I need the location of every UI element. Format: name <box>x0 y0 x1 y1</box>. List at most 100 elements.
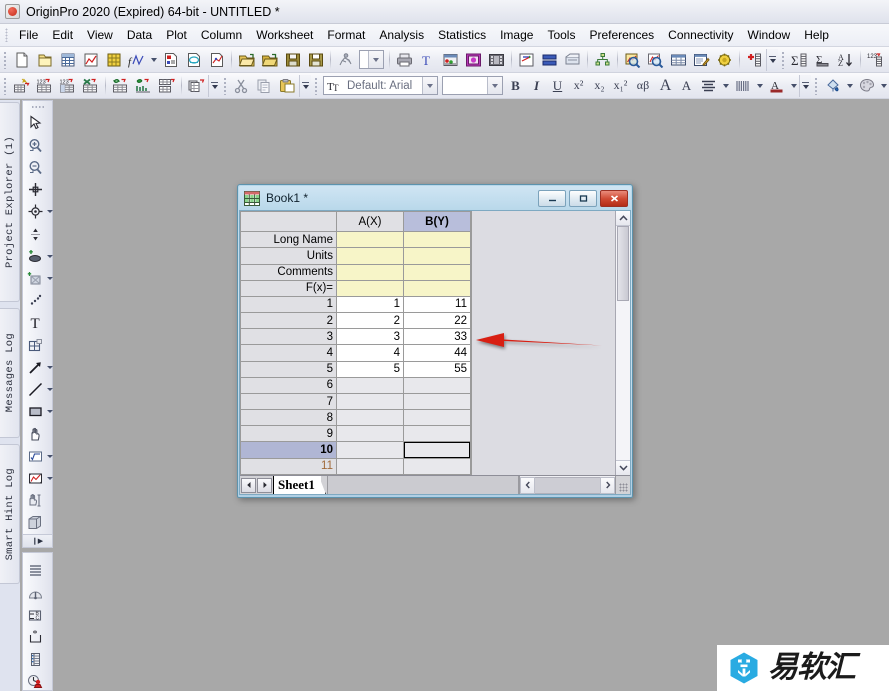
toolbar-overflow-button[interactable] <box>799 74 811 97</box>
menu-tools[interactable]: Tools <box>540 25 582 45</box>
line-tool-dropdown-arrow-icon[interactable] <box>46 379 53 401</box>
equation-tool-icon[interactable] <box>24 445 46 467</box>
cell-b2[interactable]: 22 <box>403 312 471 330</box>
speedmode-icon[interactable] <box>24 582 46 604</box>
workbook-window[interactable]: Book1 * A(X) B(Y) Long Name Units Commen… <box>237 184 633 498</box>
scroll-up-button[interactable] <box>616 211 630 226</box>
fill-color-dropdown-arrow-icon[interactable] <box>844 75 855 97</box>
sidebar-item-project-explorer[interactable]: Project Explorer (1) <box>0 102 20 302</box>
copy-icon[interactable] <box>253 75 276 97</box>
rotate-3d-icon[interactable] <box>24 512 46 534</box>
row-label-4[interactable]: 4 <box>240 344 337 362</box>
palette-icon[interactable] <box>855 75 878 97</box>
subscript-button[interactable]: x₂ <box>589 75 610 97</box>
toolbar-grip[interactable] <box>781 50 785 69</box>
row-label-5[interactable]: 5 <box>240 360 337 378</box>
menu-edit[interactable]: Edit <box>45 25 80 45</box>
menu-column[interactable]: Column <box>194 25 249 45</box>
row-label-1[interactable]: 1 <box>240 295 337 314</box>
copy-page-icon[interactable] <box>485 49 508 71</box>
equation-tool-dropdown-arrow-icon[interactable] <box>46 445 53 467</box>
menu-plot[interactable]: Plot <box>159 25 194 45</box>
menu-worksheet[interactable]: Worksheet <box>249 25 320 45</box>
clear-worksheet-icon[interactable] <box>462 49 485 71</box>
underline-button[interactable]: U <box>547 75 568 97</box>
active-cell-b10[interactable] <box>403 441 471 459</box>
decrease-font-size-button[interactable]: A <box>676 75 697 97</box>
open-excel-icon[interactable] <box>258 49 281 71</box>
scatter-tool-icon[interactable] <box>24 290 46 312</box>
text-tool-icon[interactable]: T <box>24 312 46 334</box>
horizontal-scrollbar[interactable] <box>519 476 615 494</box>
menu-view[interactable]: View <box>80 25 120 45</box>
cell-b8[interactable] <box>403 409 471 427</box>
cell-comments-a[interactable] <box>336 263 404 281</box>
column-width-icon[interactable] <box>731 75 754 97</box>
statistics-icon[interactable]: Σ <box>788 49 811 71</box>
greek-symbol-button[interactable]: αβ <box>631 75 655 97</box>
cell-units-b[interactable] <box>403 247 471 265</box>
toolbar-grip[interactable] <box>223 76 227 95</box>
menubar-grip[interactable] <box>5 28 8 42</box>
layer-contents-icon[interactable] <box>515 49 538 71</box>
scroll-left-button[interactable] <box>520 476 535 494</box>
row-label-8[interactable]: 8 <box>240 409 337 427</box>
cell-a10[interactable] <box>336 441 404 459</box>
new-project-icon[interactable] <box>10 49 33 71</box>
vertical-scrollbar[interactable] <box>615 211 630 475</box>
scale-tool-icon[interactable] <box>24 490 46 512</box>
workbook-titlebar[interactable]: Book1 * <box>239 186 631 210</box>
pointer-icon[interactable] <box>24 112 46 134</box>
row-label-2[interactable]: 2 <box>240 312 337 330</box>
transpose-icon[interactable] <box>155 75 178 97</box>
row-label-7[interactable]: 7 <box>240 392 337 411</box>
cell-a7[interactable] <box>336 392 404 411</box>
fill-color-icon[interactable] <box>821 75 844 97</box>
paste-icon[interactable] <box>276 75 299 97</box>
new-workbook-icon[interactable] <box>56 49 79 71</box>
rectangle-tool-dropdown-arrow-icon[interactable] <box>46 401 53 423</box>
sidebar-item-smart-hint-log[interactable]: Smart Hint Log <box>0 444 20 584</box>
sheet-prev-button[interactable] <box>241 477 256 493</box>
cell-a8[interactable] <box>336 409 404 427</box>
stack-columns-icon[interactable] <box>185 75 208 97</box>
cell-b3[interactable]: 33 <box>403 328 471 346</box>
row-label-9[interactable]: 9 <box>240 425 337 443</box>
increase-font-size-button[interactable]: A <box>655 75 676 97</box>
toolbar-overflow-button[interactable] <box>766 48 778 71</box>
new-excel-icon[interactable] <box>205 49 228 71</box>
cell-a1[interactable]: 1 <box>336 295 404 314</box>
minimize-button[interactable] <box>538 189 566 207</box>
zoom-out-icon[interactable] <box>644 49 667 71</box>
menu-image[interactable]: Image <box>493 25 540 45</box>
merge-graph-icon[interactable] <box>538 49 561 71</box>
row-label-6[interactable]: 6 <box>240 376 337 394</box>
menu-help[interactable]: Help <box>797 25 836 45</box>
save-project-icon[interactable] <box>281 49 304 71</box>
open-icon[interactable] <box>235 49 258 71</box>
font-family-combo[interactable]: TT Default: Arial <box>323 76 439 95</box>
row-label-11[interactable]: 11 <box>240 457 337 475</box>
toolbar-grip[interactable] <box>314 76 318 95</box>
worksheet-table[interactable]: A(X) B(Y) Long Name Units Comments F(x)=… <box>240 211 471 475</box>
font-color-icon[interactable]: A <box>765 75 788 97</box>
window-resize-handle[interactable] <box>615 476 630 494</box>
horizontal-scroll-track[interactable] <box>535 476 600 494</box>
zoom-in-tool-icon[interactable] <box>24 134 46 156</box>
draw-data-icon[interactable] <box>24 245 46 267</box>
vertical-scroll-track[interactable] <box>616 226 630 460</box>
new-folder-icon[interactable] <box>33 49 56 71</box>
menu-data[interactable]: Data <box>120 25 159 45</box>
superscript-subscript-button[interactable]: x₁² <box>610 75 631 97</box>
rescale-layers-icon[interactable] <box>591 49 614 71</box>
zoom-out-tool-icon[interactable] <box>24 156 46 178</box>
axis-dialog-icon[interactable] <box>24 648 46 670</box>
cell-a2[interactable]: 2 <box>336 312 404 330</box>
column-header-a[interactable]: A(X) <box>336 211 404 233</box>
toolbar-overflow-button[interactable] <box>208 74 220 97</box>
cell-comments-b[interactable] <box>403 263 471 281</box>
add-data-icon[interactable] <box>743 49 766 71</box>
import-preset-combo[interactable] <box>359 50 384 69</box>
menu-connectivity[interactable]: Connectivity <box>661 25 740 45</box>
normalize-icon[interactable]: 123 <box>56 75 79 97</box>
